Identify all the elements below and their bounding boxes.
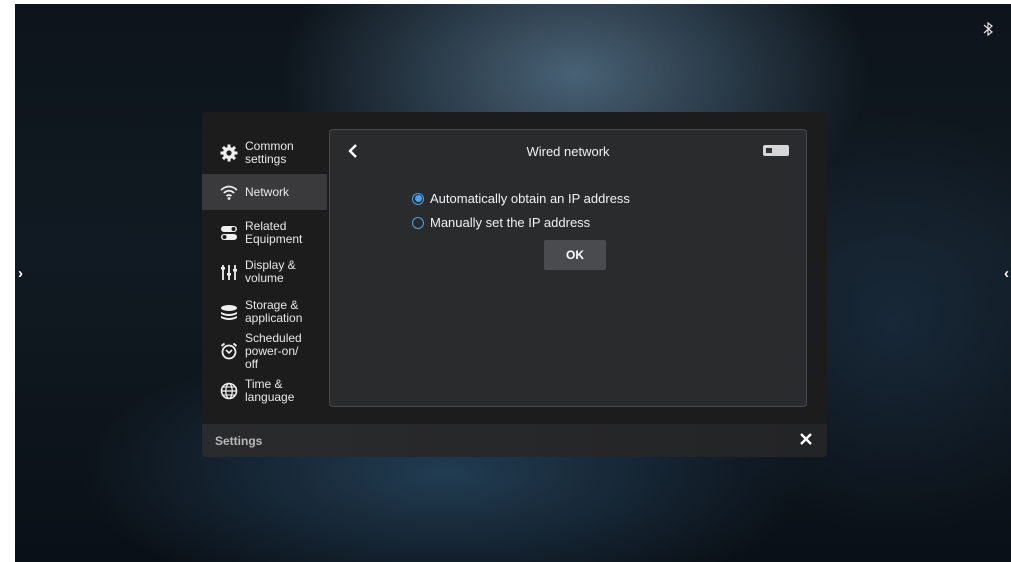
toggle-switch-icon <box>219 223 239 243</box>
bluetooth-icon <box>983 21 993 37</box>
wifi-icon <box>219 182 239 202</box>
radio-label-auto-ip: Automatically obtain an IP address <box>430 191 630 206</box>
sidebar-item-display-volume[interactable]: Display & volume <box>202 254 327 290</box>
sidebar-item-time-language[interactable]: Time & language <box>202 373 327 409</box>
storage-icon <box>219 302 239 322</box>
ok-button[interactable]: OK <box>544 240 606 270</box>
sidebar-item-label: Network <box>245 184 290 199</box>
radio-button-selected[interactable] <box>412 192 424 205</box>
radio-auto-ip[interactable]: Automatically obtain an IP address <box>412 191 630 206</box>
sidebar-item-label: Storage & application <box>245 298 303 325</box>
wired-network-toggle[interactable] <box>763 145 789 156</box>
globe-icon <box>219 381 239 401</box>
footer-title: Settings <box>215 434 263 448</box>
sidebar-item-storage-application[interactable]: Storage & application <box>202 294 327 330</box>
radio-manual-ip[interactable]: Manually set the IP address <box>412 215 590 230</box>
wired-network-dialog: Wired network Automatically obtain an IP… <box>329 129 807 407</box>
dialog-title: Wired network <box>526 144 610 159</box>
sidebar-item-label: Time & language <box>245 377 295 404</box>
left-edge-arrow[interactable]: › <box>18 265 23 282</box>
radio-label-manual-ip: Manually set the IP address <box>430 215 591 230</box>
sidebar-item-label: Related Equipment <box>245 219 303 246</box>
close-icon[interactable] <box>798 431 814 447</box>
settings-footer: Settings <box>202 424 827 457</box>
sliders-icon <box>219 262 239 282</box>
sidebar-item-label: Common settings <box>245 139 294 166</box>
right-edge-arrow[interactable]: ‹ <box>1004 265 1009 282</box>
radio-button-unselected[interactable] <box>412 216 424 229</box>
settings-panel: Common settings Network Related Equipmen… <box>202 112 827 457</box>
sidebar-item-label: Display & volume <box>245 258 296 285</box>
toggle-knob <box>766 148 772 153</box>
sidebar-item-label: Scheduled power-on/ off <box>245 330 302 371</box>
sidebar-item-network[interactable]: Network <box>202 174 327 210</box>
sidebar-item-scheduled-power[interactable]: Scheduled power-on/ off <box>202 330 327 372</box>
desktop-background: › ‹ Common settings Network Related Equi… <box>15 4 1011 562</box>
gear-icon <box>219 143 239 163</box>
radio-dot <box>414 195 422 202</box>
sidebar-item-related-equipment[interactable]: Related Equipment <box>202 215 327 251</box>
alarm-clock-icon <box>219 341 239 361</box>
settings-sidebar: Common settings Network Related Equipmen… <box>202 112 327 424</box>
sidebar-item-common-settings[interactable]: Common settings <box>202 135 327 171</box>
